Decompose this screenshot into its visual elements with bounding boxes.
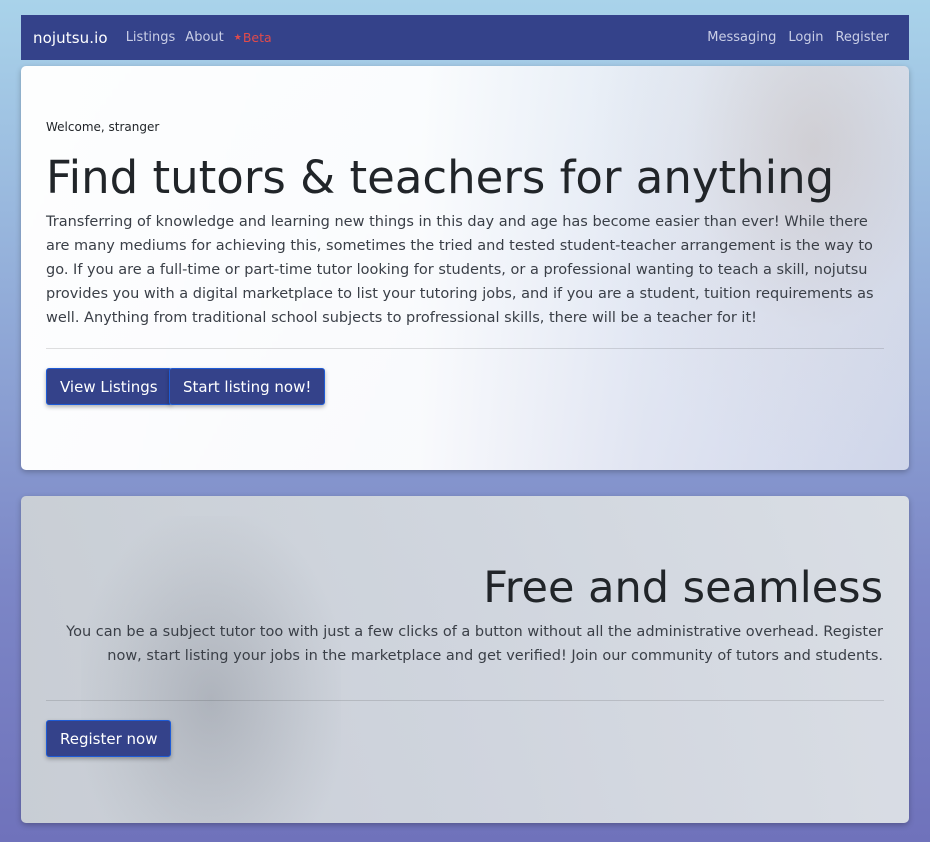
feature-description: You can be a subject tutor too with just…	[66, 624, 883, 664]
beta-badge: ★ Beta	[234, 30, 272, 45]
welcome-text: Welcome, stranger	[46, 120, 160, 134]
nav-link-register[interactable]: Register	[835, 30, 889, 45]
beta-label: Beta	[242, 30, 272, 45]
hero-divider	[46, 348, 884, 349]
nav-link-login[interactable]: Login	[788, 30, 823, 45]
hero-description: Transferring of knowledge and learning n…	[46, 214, 874, 326]
feature-title: Free and seamless	[483, 563, 883, 613]
start-listing-button[interactable]: Start listing now!	[169, 368, 326, 405]
nav-link-about[interactable]: About	[185, 30, 223, 45]
star-icon: ★	[233, 32, 242, 43]
nav-link-messaging[interactable]: Messaging	[707, 30, 776, 45]
feature-jumbotron: Free and seamless You can be a subject t…	[21, 496, 909, 823]
hero-jumbotron: Welcome, stranger Find tutors & teachers…	[21, 66, 909, 470]
brand-logo-link[interactable]: nojutsu.io	[33, 29, 108, 47]
nav-left-group: nojutsu.io Listings About ★ Beta	[33, 29, 272, 47]
top-navbar: nojutsu.io Listings About ★ Beta Messagi…	[21, 15, 909, 60]
feature-background-image	[81, 516, 341, 823]
hero-title: Find tutors & teachers for anything	[46, 151, 835, 204]
nav-link-listings[interactable]: Listings	[126, 30, 176, 45]
nav-right-group: Messaging Login Register	[695, 30, 897, 45]
register-now-button[interactable]: Register now	[46, 720, 172, 757]
feature-divider	[46, 700, 884, 701]
view-listings-button[interactable]: View Listings	[46, 368, 172, 405]
